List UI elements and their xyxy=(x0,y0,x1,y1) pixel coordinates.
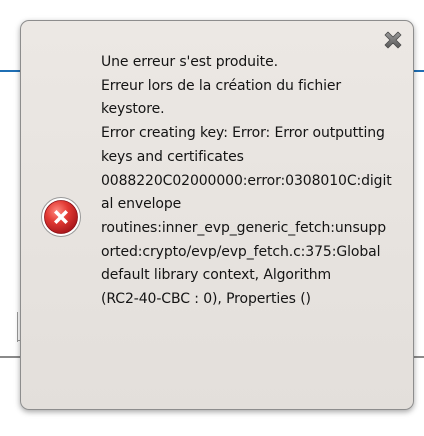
close-button[interactable] xyxy=(380,27,406,53)
message-line: keys and certificates xyxy=(101,148,244,165)
message-line: keystore. xyxy=(101,101,165,118)
message-line: 0088220C02000000:error:0308010C:digit xyxy=(101,172,392,189)
message-line: default library context, Algorithm xyxy=(101,267,332,284)
error-dialog: Une erreur s'est produite. Erreur lors d… xyxy=(20,20,414,410)
message-line: Error creating key: Error: Error outputt… xyxy=(101,125,385,142)
close-icon xyxy=(384,31,402,49)
background-window-edge xyxy=(17,312,18,342)
message-line: Une erreur s'est produite. xyxy=(101,54,278,70)
message-line: routines:inner_evp_generic_fetch:unsupp xyxy=(101,219,386,236)
error-icon xyxy=(40,196,82,238)
message-line: al envelope xyxy=(101,196,182,213)
message-line: Erreur lors de la création du fichier xyxy=(101,77,342,94)
message-line: (RC2-40-CBC : 0), Properties () xyxy=(101,291,311,308)
error-message: Une erreur s'est produite. Erreur lors d… xyxy=(101,51,417,312)
message-line: orted:crypto/evp/evp_fetch.c:375:Global xyxy=(101,243,381,260)
